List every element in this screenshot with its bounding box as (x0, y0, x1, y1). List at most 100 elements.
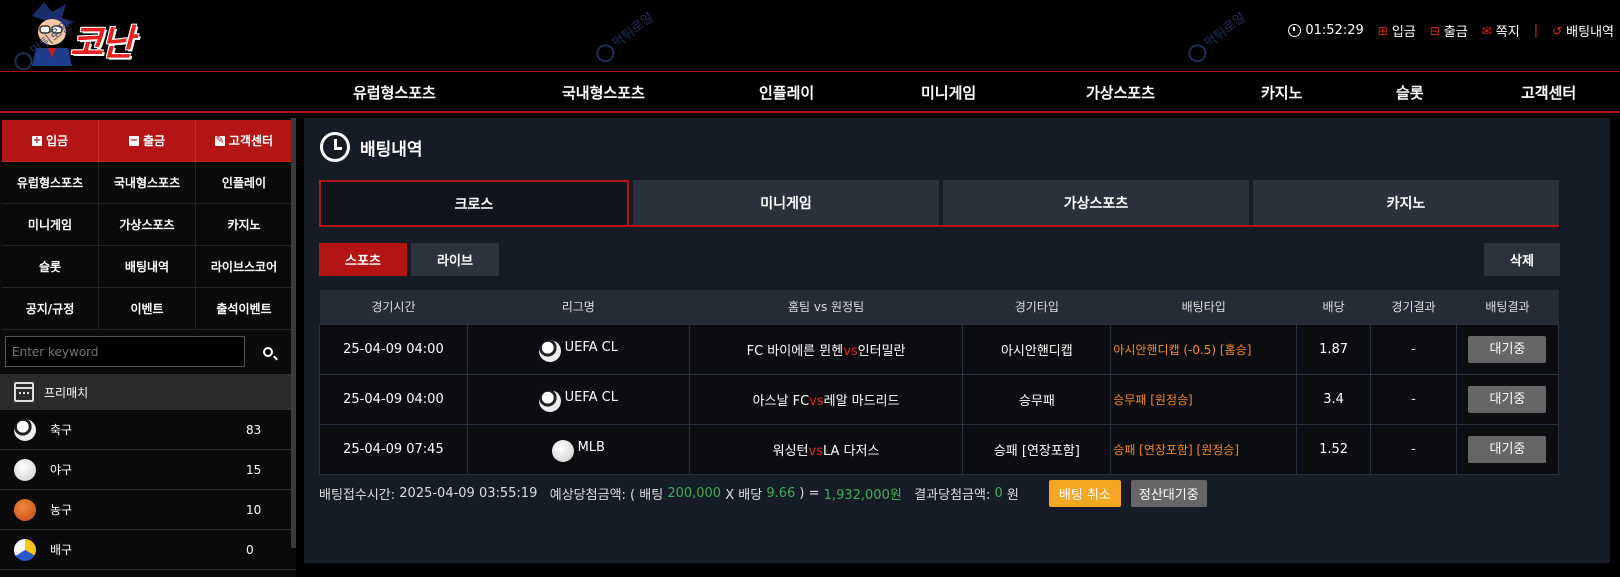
cell-bet-result: 대기중 (1455, 373, 1560, 425)
cancel-bet-button[interactable]: 배팅 취소 (1048, 480, 1121, 507)
baseball-icon (14, 458, 36, 481)
prematch-header[interactable]: 프리매치 (0, 374, 296, 410)
settle-pending-button[interactable]: 정산대기중 (1130, 480, 1207, 507)
table-row: 25-04-09 04:00 UEFA CL FC 바이에른 뮌헨vs인터밀란 … (319, 323, 1560, 375)
col-game-type: 경기타입 (962, 290, 1111, 324)
logo-text: 코난 (70, 23, 134, 64)
sidebar-item-event[interactable]: 이벤트 (99, 288, 196, 330)
col-league: 리그명 (467, 290, 690, 324)
subtab-live[interactable]: 라이브 (411, 243, 499, 276)
history-icon: ↺ (1552, 23, 1563, 38)
tab-minigame[interactable]: 미니게임 (633, 180, 939, 225)
deposit-link[interactable]: ⊞ 입금 (1377, 21, 1416, 41)
cell-bet-type: 승무패 [원정승] (1110, 373, 1298, 425)
cell-game-type: 승무패 (962, 373, 1112, 425)
sidebar-item-casino[interactable]: 카지노 (196, 204, 293, 246)
bet-history-link[interactable]: ↺ 배팅내역 (1552, 21, 1614, 41)
cell-teams: 아스날 FCvs레알 마드리드 (688, 373, 964, 425)
sport-item-volleyball[interactable]: 배구 0 (0, 530, 296, 570)
cell-league: UEFA CL (466, 323, 690, 375)
cell-bet-result: 대기중 (1455, 323, 1560, 375)
nav-korean-sports[interactable]: 국내형스포츠 (562, 82, 645, 103)
pending-status-button[interactable]: 대기중 (1468, 435, 1547, 463)
plus-square-icon: ⊞ (1377, 23, 1388, 38)
sidebar-menu-grid: + 입금 − 출금 ✎ 고객센터 유럽형스포츠 국내형스포츠 인플레이 미니게임 가상… (2, 120, 294, 330)
sport-item-baseball[interactable]: 야구 15 (0, 450, 296, 490)
cell-league: MLB (466, 423, 690, 475)
cell-odds: 1.52 (1296, 423, 1372, 475)
cell-time: 25-04-09 04:00 (319, 373, 468, 425)
nav-inplay[interactable]: 인플레이 (759, 82, 814, 103)
delete-button[interactable]: 삭제 (1484, 243, 1560, 276)
sidebar-item-minigame[interactable]: 미니게임 (2, 204, 99, 246)
sidebar-item-bet-history[interactable]: 배팅내역 (99, 246, 196, 288)
divider: | (1533, 23, 1539, 38)
accept-time: 2025-04-09 03:55:19 (399, 486, 538, 501)
nav-virtual-sports[interactable]: 가상스포츠 (1086, 82, 1155, 103)
sidebar-item-european-sports[interactable]: 유럽형스포츠 (2, 162, 99, 204)
clock-icon (1288, 24, 1302, 37)
sport-item-basketball[interactable]: 농구 10 (0, 490, 296, 530)
pending-status-button[interactable]: 대기중 (1468, 335, 1547, 363)
bet-summary: 배팅접수시간: 2025-04-09 03:55:19 예상당첨금액: ( 배팅… (319, 480, 1207, 507)
sidebar-item-virtual-sports[interactable]: 가상스포츠 (99, 204, 196, 246)
minus-icon: − (128, 134, 139, 146)
table-header: 경기시간 리그명 홈팀 vs 원정팀 경기타입 배팅타입 배당 경기결과 배팅결… (319, 290, 1559, 324)
cell-game-type: 아시안핸디캡 (962, 323, 1112, 375)
watermark: 먹튀로얄 (591, 7, 658, 66)
plus-icon: + (31, 134, 42, 146)
page-title: 배팅내역 (320, 132, 423, 162)
nav-minigame[interactable]: 미니게임 (921, 82, 976, 103)
sidebar-item-inplay[interactable]: 인플레이 (196, 162, 293, 204)
sidebar-item-korean-sports[interactable]: 국내형스포츠 (99, 162, 196, 204)
col-game-time: 경기시간 (319, 290, 468, 324)
tab-casino[interactable]: 카지노 (1253, 180, 1559, 225)
subtab-sports[interactable]: 스포츠 (319, 243, 407, 276)
nav-european-sports[interactable]: 유럽형스포츠 (353, 82, 436, 103)
watermark: 먹튀로얄 (1183, 7, 1250, 66)
total-odds: 9.66 (766, 486, 796, 501)
withdraw-link[interactable]: ⊟ 출금 (1430, 21, 1468, 41)
envelope-icon: ✉ (1481, 23, 1492, 38)
sport-item-soccer[interactable]: 축구 83 (0, 410, 296, 450)
tab-virtual-sports[interactable]: 가상스포츠 (943, 180, 1249, 225)
table-row: 25-04-09 04:00 UEFA CL 아스날 FCvs레알 마드리드 승… (319, 373, 1560, 425)
cell-game-type: 승패 [연장포함] (962, 423, 1112, 475)
calendar-icon (14, 382, 34, 402)
expected-win: 1,932,000원 (823, 488, 902, 503)
sidebar-item-attendance[interactable]: 출석이벤트 (196, 288, 293, 330)
search-input[interactable] (5, 336, 245, 367)
sidebar-item-slot[interactable]: 슬롯 (2, 246, 99, 288)
message-link[interactable]: ✉ 쪽지 (1481, 21, 1520, 41)
cell-bet-type: 아시안핸디캡 (-0.5) [홈승] (1110, 323, 1298, 375)
sidebar-item-livescore[interactable]: 라이브스코어 (196, 246, 293, 288)
tab-cross[interactable]: 크로스 (319, 180, 629, 225)
col-bet-type: 배팅타입 (1110, 290, 1297, 324)
result-amount: 0 (994, 486, 1003, 501)
sidebar-item-notice[interactable]: 공지/규정 (2, 288, 99, 330)
cell-time: 25-04-09 04:00 (319, 323, 468, 375)
search-button[interactable] (252, 336, 284, 367)
bet-history-panel: 배팅내역 크로스 미니게임 가상스포츠 카지노 스포츠 라이브 삭제 경기시간 … (304, 118, 1610, 563)
sidebar-withdraw-button[interactable]: − 출금 (99, 120, 196, 162)
cell-game-result: - (1370, 373, 1457, 425)
nav-customer-center[interactable]: 고객센터 (1521, 82, 1576, 103)
soccer-ball-icon (538, 340, 561, 362)
sidebar-scrollbar[interactable] (291, 118, 296, 548)
sidebar-deposit-button[interactable]: + 입금 (2, 120, 99, 162)
col-odds: 배당 (1296, 290, 1371, 324)
bet-amount: 200,000 (667, 486, 722, 501)
cell-league: UEFA CL (466, 373, 690, 425)
nav-casino[interactable]: 카지노 (1261, 82, 1302, 103)
basketball-icon (14, 498, 36, 521)
cell-teams: FC 바이에른 뮌헨vs인터밀란 (688, 323, 964, 375)
sidebar-support-button[interactable]: ✎ 고객센터 (196, 120, 293, 162)
cell-teams: 워싱턴vsLA 다저스 (688, 423, 964, 475)
history-icon (320, 132, 350, 162)
edit-icon: ✎ (214, 134, 225, 146)
nav-slot[interactable]: 슬롯 (1396, 82, 1424, 103)
pending-status-button[interactable]: 대기중 (1468, 385, 1547, 413)
category-tabs: 크로스 미니게임 가상스포츠 카지노 (319, 180, 1559, 227)
server-clock: 01:52:29 (1288, 23, 1364, 38)
cell-odds: 3.4 (1296, 373, 1372, 425)
